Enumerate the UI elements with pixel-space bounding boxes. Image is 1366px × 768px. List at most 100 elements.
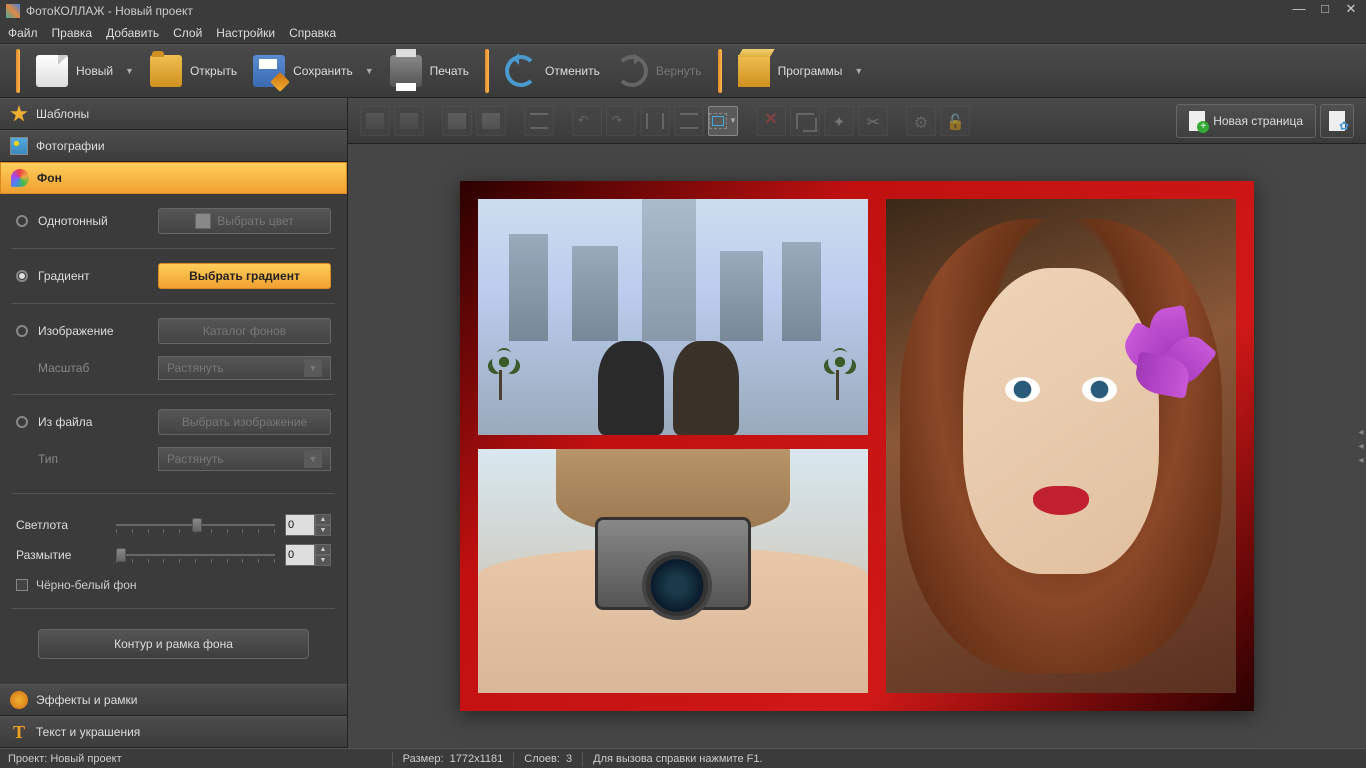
scale-label: Масштаб [38,361,148,375]
menu-add[interactable]: Добавить [106,26,159,40]
radio-image[interactable] [16,325,28,337]
new-button[interactable]: Новый ▼ [28,51,142,91]
menu-help[interactable]: Справка [289,26,336,40]
toolbar-separator [718,49,722,93]
undo-button[interactable]: Отменить [497,51,608,91]
menu-layer[interactable]: Слой [173,26,202,40]
spin-down[interactable]: ▼ [315,525,331,536]
box-icon [738,55,770,87]
bring-to-front-button[interactable] [476,106,506,136]
align-button[interactable] [524,106,554,136]
lock-icon: 🔓 [946,113,964,129]
send-to-back-button[interactable] [360,106,390,136]
spin-up[interactable]: ▲ [315,514,331,525]
spin-up[interactable]: ▲ [315,544,331,555]
minimize-button[interactable]: — [1290,4,1308,18]
fit-button[interactable]: ▼ [708,106,738,136]
menu-settings[interactable]: Настройки [216,26,275,40]
bring-to-front-icon [482,113,500,129]
type-select[interactable]: Растянуть ▼ [158,447,331,471]
send-backward-icon [400,113,418,129]
save-button[interactable]: Сохранить ▼ [245,51,382,91]
accordion-photos[interactable]: Фотографии [0,130,347,162]
blur-spinbox[interactable]: ▲▼ [285,544,331,566]
collage-photo-2[interactable] [478,449,868,693]
star-icon [10,105,28,123]
programs-button[interactable]: Программы ▼ [730,51,872,91]
window-title: ФотоКОЛЛАЖ - Новый проект [26,4,193,18]
collage-photo-3[interactable] [886,199,1236,693]
lock-button[interactable]: 🔓 [940,106,970,136]
choose-color-button[interactable]: Выбрать цвет [158,208,331,234]
printer-icon [390,55,422,87]
crop-icon [796,113,814,129]
rotate-cw-icon: ↷ [612,113,630,129]
bg-catalog-button[interactable]: Каталог фонов [158,318,331,344]
page-settings-icon [1329,111,1345,131]
bw-checkbox[interactable] [16,579,28,591]
collage-canvas[interactable] [460,181,1254,711]
canvas-area: ↶ ↷ ▼ ✕ ✦ ✂ ⚙ 🔓 Новая страница [348,98,1366,748]
maximize-button[interactable]: □ [1316,4,1334,18]
effects-icon [10,691,28,709]
brightness-spinbox[interactable]: ▲▼ [285,514,331,536]
cut-button[interactable]: ✂ [858,106,888,136]
new-file-icon [36,55,68,87]
accordion-effects[interactable]: Эффекты и рамки [0,684,347,716]
status-project-label: Проект: [8,753,47,765]
canvas-viewport[interactable]: ◂◂◂ [348,144,1366,748]
rotate-ccw-icon: ↶ [578,113,596,129]
radio-solid[interactable] [16,215,28,227]
text-icon: T [10,723,28,741]
status-layers-value: 3 [566,753,572,765]
chevron-down-icon: ▼ [125,66,134,76]
radio-gradient[interactable] [16,270,28,282]
menu-edit[interactable]: Правка [52,26,93,40]
flip-vertical-button[interactable] [674,106,704,136]
scale-select[interactable]: Растянуть ▼ [158,356,331,380]
radio-fromfile[interactable] [16,416,28,428]
accordion-background[interactable]: Фон [0,162,347,194]
toolbar-separator [16,49,20,93]
accordion-templates[interactable]: Шаблоны [0,98,347,130]
sidebar: Шаблоны Фотографии Фон Однотонный Выбрат… [0,98,348,748]
crop-button[interactable] [790,106,820,136]
close-button[interactable]: ✕ [1342,4,1360,18]
magic-wand-button[interactable]: ✦ [824,106,854,136]
outline-frame-button[interactable]: Контур и рамка фона [38,629,309,659]
choose-gradient-button[interactable]: Выбрать градиент [158,263,331,289]
spin-down[interactable]: ▼ [315,555,331,566]
send-to-back-icon [366,113,384,129]
delete-button[interactable]: ✕ [756,106,786,136]
toolbar-separator [485,49,489,93]
flip-horizontal-button[interactable] [640,106,670,136]
accordion-text[interactable]: T Текст и украшения [0,716,347,748]
chevron-down-icon: ▼ [854,66,863,76]
choose-image-button[interactable]: Выбрать изображение [158,409,331,435]
flip-horizontal-icon [646,113,664,129]
folder-open-icon [150,55,182,87]
rotate-cw-button[interactable]: ↷ [606,106,636,136]
print-button[interactable]: Печать [382,51,477,91]
bring-forward-button[interactable] [442,106,472,136]
side-handles[interactable]: ◂◂◂ [1356,427,1366,465]
redo-button[interactable]: Вернуть [608,51,710,91]
brightness-slider[interactable] [116,515,275,535]
chevron-down-icon: ▼ [729,116,737,125]
page-settings-button[interactable] [1320,104,1354,138]
settings-button[interactable]: ⚙ [906,106,936,136]
collage-photo-1[interactable] [478,199,868,435]
undo-icon [505,55,537,87]
status-project-name: Новый проект [50,753,121,765]
titlebar: ФотоКОЛЛАЖ - Новый проект — □ ✕ [0,0,1366,22]
menu-file[interactable]: Файл [8,26,38,40]
blur-slider[interactable] [116,545,275,565]
chevron-down-icon: ▼ [304,450,322,468]
open-button[interactable]: Открыть [142,51,245,91]
statusbar: Проект: Новый проект Размер: 1772x1181 С… [0,748,1366,768]
redo-icon [616,55,648,87]
rotate-ccw-button[interactable]: ↶ [572,106,602,136]
send-backward-button[interactable] [394,106,424,136]
save-icon [253,55,285,87]
new-page-button[interactable]: Новая страница [1176,104,1316,138]
